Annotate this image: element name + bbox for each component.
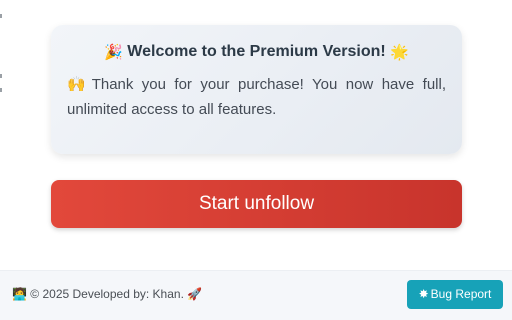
bug-icon: ✸	[418, 287, 429, 301]
edge-mark	[0, 14, 2, 18]
popup-page: 🎉 Welcome to the Premium Version! 🌟 🙌 Tha…	[0, 0, 512, 320]
start-unfollow-button[interactable]: Start unfollow	[51, 180, 462, 228]
premium-message: 🙌 Thank you for your purchase! You now ha…	[67, 72, 446, 122]
rocket-icon: 🚀	[187, 287, 203, 301]
footer: 🧑‍💻 © 2025 Developed by: Khan. 🚀 ✸ Bug Re…	[0, 270, 512, 320]
premium-title: 🎉 Welcome to the Premium Version! 🌟	[67, 40, 446, 65]
footer-credit: 🧑‍💻 © 2025 Developed by: Khan. 🚀	[12, 285, 202, 303]
footer-credit-text: © 2025 Developed by: Khan.	[30, 287, 184, 301]
developer-icon: 🧑‍💻	[12, 287, 27, 301]
edge-mark	[0, 74, 2, 78]
raised-hands-icon: 🙌	[67, 76, 86, 93]
premium-message-text: Thank you for your purchase! You now hav…	[67, 76, 446, 118]
bug-report-button[interactable]: ✸ Bug Report	[407, 280, 503, 309]
premium-title-text: Welcome to the Premium Version!	[127, 43, 386, 60]
glowing-star-icon: 🌟	[390, 44, 409, 61]
bug-report-label: Bug Report	[430, 287, 492, 301]
edge-mark	[0, 88, 2, 92]
premium-welcome-card: 🎉 Welcome to the Premium Version! 🌟 🙌 Tha…	[51, 25, 462, 154]
party-popper-icon: 🎉	[104, 44, 123, 61]
